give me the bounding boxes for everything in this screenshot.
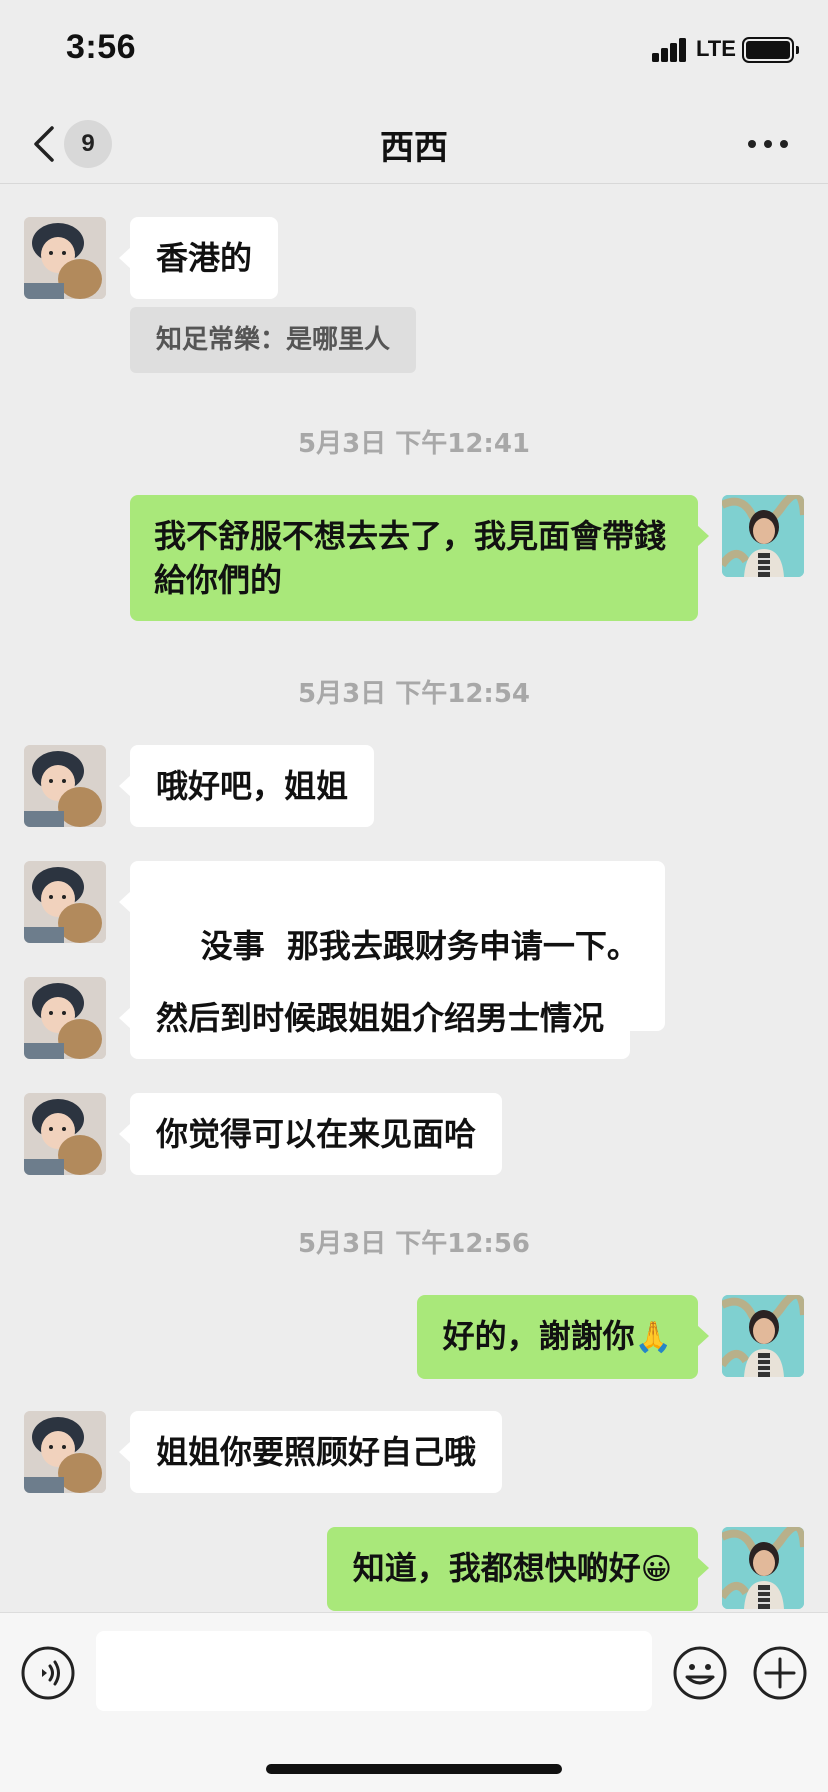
message-bubble-outgoing[interactable]: 我不舒服不想去去了，我見面會帶錢給你們的 [130, 495, 709, 621]
avatar-girl-image [24, 217, 106, 299]
contact-avatar[interactable] [24, 1093, 106, 1175]
more-dots-icon[interactable] [748, 136, 792, 152]
contact-avatar[interactable] [24, 861, 106, 943]
emoji-icon[interactable] [672, 1645, 728, 1701]
avatar-girl-image [24, 861, 106, 943]
timestamp: 5月3日 下午12:56 [298, 1229, 530, 1259]
my-avatar[interactable] [722, 1527, 804, 1609]
status-bar: 3:56 LTE [0, 0, 828, 100]
folded-hands-emoji: 🙏 [634, 1320, 672, 1355]
message-bubble-incoming[interactable]: 然后到时候跟姐姐介绍男士情况 [118, 977, 631, 1059]
network-label: LTE [696, 36, 736, 61]
avatar-girl-image [24, 977, 106, 1059]
message-text: 你觉得可以在来见面哈 [156, 1115, 477, 1153]
message-bubble-incoming[interactable]: 姐姐你要照顾好自己哦 [118, 1411, 503, 1493]
voice-icon[interactable] [20, 1645, 76, 1701]
message-text: 姐姐你要照顾好自己哦 [156, 1433, 477, 1471]
avatar-girl-image [24, 745, 106, 827]
avatar-woman-image [722, 1295, 804, 1377]
message-text: 知道，我都想快啲好 [352, 1549, 641, 1587]
plus-icon[interactable] [752, 1645, 808, 1701]
my-avatar[interactable] [722, 495, 804, 577]
contact-avatar[interactable] [24, 745, 106, 827]
message-list[interactable]: 香港的 知足常樂：是哪里人 5月3日 下午12:41 我不舒服不想去去了，我見面… [0, 185, 828, 1611]
avatar-woman-image [722, 1527, 804, 1609]
signal-icon [652, 38, 688, 62]
message-text: 好的，謝謝你 [442, 1317, 635, 1355]
chat-title: 西西 [380, 128, 448, 168]
message-bubble-incoming[interactable]: 哦好吧，姐姐 [118, 745, 375, 827]
battery-icon [742, 37, 799, 63]
timestamp: 5月3日 下午12:41 [298, 429, 530, 459]
message-text: 哦好吧，姐姐 [156, 767, 349, 805]
avatar-girl-image [24, 1093, 106, 1175]
chat-header: 9 西西 [0, 100, 828, 184]
quoted-message[interactable]: 知足常樂：是哪里人 [130, 307, 417, 373]
message-text: 我不舒服不想去去了，我見面會帶錢給你們的 [154, 517, 667, 599]
message-bubble-outgoing[interactable]: 好的，謝謝你🙏 [416, 1295, 710, 1379]
message-text: 没事 那我去跟财务申请一下。 [200, 927, 639, 965]
message-text: 然后到时候跟姐姐介绍男士情况 [156, 999, 605, 1037]
my-avatar[interactable] [722, 1295, 804, 1377]
contact-avatar[interactable] [24, 977, 106, 1059]
avatar-woman-image [722, 495, 804, 577]
quoted-text: 知足常樂：是哪里人 [156, 325, 391, 355]
contact-avatar[interactable] [24, 1411, 106, 1493]
grinning-face-emoji: 😀 [640, 1552, 672, 1587]
message-text: 香港的 [156, 239, 253, 277]
timestamp: 5月3日 下午12:54 [298, 679, 530, 709]
message-input[interactable] [96, 1631, 652, 1711]
contact-avatar[interactable] [24, 217, 106, 299]
avatar-girl-image [24, 1411, 106, 1493]
status-time: 3:56 [66, 28, 137, 66]
message-bubble-incoming[interactable]: 香港的 [118, 217, 279, 299]
message-bubble-outgoing[interactable]: 知道，我都想快啲好😀 [326, 1527, 710, 1611]
home-indicator[interactable] [266, 1764, 562, 1774]
message-bubble-incoming[interactable]: 你觉得可以在来见面哈 [118, 1093, 503, 1175]
